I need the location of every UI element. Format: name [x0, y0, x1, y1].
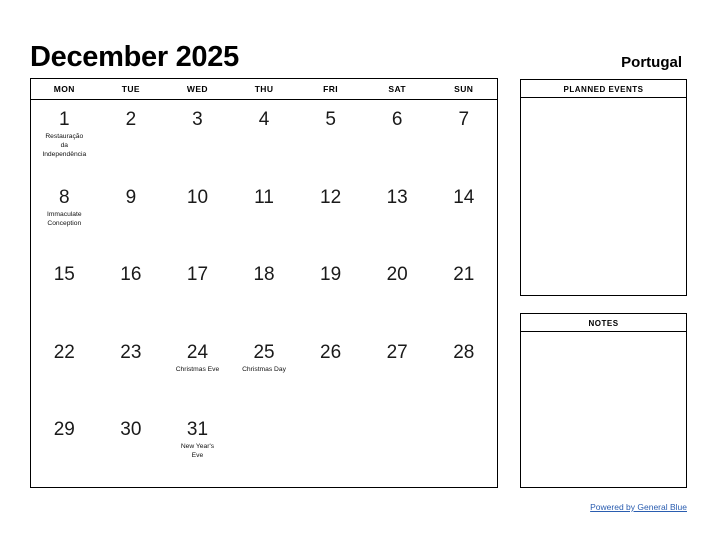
calendar-day-cell[interactable]: 5 [297, 100, 364, 178]
calendar-day-cell[interactable]: 16 [98, 255, 165, 333]
calendar-day-cell[interactable]: 3 [164, 100, 231, 178]
day-event-label: Restauração da Independência [42, 133, 87, 158]
calendar-day-cell[interactable]: 14 [430, 178, 497, 256]
day-number: 6 [391, 109, 403, 130]
day-number: 30 [120, 419, 142, 441]
day-number: 1 [59, 109, 70, 130]
day-number: 29 [53, 419, 75, 441]
calendar-day-cell[interactable]: 28 [430, 333, 497, 411]
country-label: Portugal [621, 54, 682, 71]
day-number: 26 [320, 341, 342, 363]
calendar-day-cell[interactable]: 20 [364, 255, 431, 333]
day-number: 12 [320, 186, 342, 208]
notes-title: NOTES [520, 313, 687, 332]
calendar-day-cell[interactable]: 23 [98, 333, 165, 411]
calendar-week-row: 22 23 24 Christmas Eve 25 Christmas Day … [31, 333, 497, 411]
day-number: 20 [386, 264, 408, 286]
calendar-day-cell[interactable]: 22 [31, 333, 98, 411]
calendar-day-cell[interactable]: 21 [430, 255, 497, 333]
calendar-day-cell [297, 410, 364, 488]
calendar-day-cell[interactable]: 9 [98, 178, 165, 256]
calendar-day-cell[interactable]: 7 [430, 100, 497, 178]
calendar-day-cell[interactable]: 19 [297, 255, 364, 333]
calendar-day-cell[interactable]: 11 [231, 178, 298, 256]
day-number: 5 [325, 109, 336, 130]
calendar-day-cell[interactable]: 24 Christmas Eve [164, 333, 231, 411]
calendar-day-cell[interactable]: 15 [31, 255, 98, 333]
day-number: 22 [53, 341, 75, 363]
calendar-day-cell[interactable]: 31 New Year's Eve [164, 410, 231, 488]
day-number: 13 [386, 186, 408, 208]
day-event-label: Christmas Eve [175, 365, 220, 373]
calendar-day-cell[interactable]: 4 [231, 100, 298, 178]
calendar-day-cell[interactable]: 18 [231, 255, 298, 333]
weekday-header-wed: WED [186, 84, 208, 94]
day-number: 7 [458, 109, 470, 130]
notes-panel: NOTES [520, 313, 687, 488]
notes-body[interactable] [520, 332, 687, 488]
day-number: 4 [258, 109, 270, 130]
calendar-week-row: 29 30 31 New Year's Eve [31, 410, 497, 488]
calendar-day-cell [231, 410, 298, 488]
day-event-label: Christmas Day [242, 365, 286, 373]
calendar-grid: MON TUE WED THU FRI SAT SUN 1 Restauraçã… [30, 78, 498, 488]
footer: Powered by General Blue [420, 497, 687, 515]
planned-events-panel: PLANNED EVENTS [520, 79, 687, 296]
planned-events-title: PLANNED EVENTS [520, 79, 687, 98]
weekday-header-thu: THU [254, 84, 274, 94]
day-number: 2 [125, 109, 137, 130]
day-event-label: New Year's Eve [180, 443, 215, 460]
weekday-header-tue: TUE [121, 84, 140, 94]
calendar-page: December 2025 Portugal MON TUE WED THU F… [0, 0, 712, 550]
weekday-header-mon: MON [53, 84, 75, 94]
weekday-header-sun: SUN [454, 84, 474, 94]
calendar-day-cell[interactable]: 2 [98, 100, 165, 178]
calendar-week-row: 15 16 17 18 19 20 21 [31, 255, 497, 333]
weekday-header-sat: SAT [388, 84, 406, 94]
day-number: 24 [186, 341, 209, 363]
day-number: 19 [320, 264, 342, 286]
calendar-weeks: 1 Restauração da Independência 2 3 4 5 6… [31, 100, 497, 488]
day-number: 3 [192, 109, 203, 130]
day-number: 28 [453, 341, 475, 363]
calendar-day-cell[interactable]: 1 Restauração da Independência [31, 100, 98, 178]
day-number: 17 [186, 264, 209, 286]
day-number: 8 [59, 186, 70, 208]
calendar-day-cell[interactable]: 10 [164, 178, 231, 256]
calendar-day-cell[interactable]: 29 [31, 410, 98, 488]
calendar-day-cell[interactable]: 26 [297, 333, 364, 411]
day-number: 15 [53, 264, 75, 286]
calendar-day-cell[interactable]: 17 [164, 255, 231, 333]
day-number: 25 [253, 341, 275, 363]
planned-events-body[interactable] [520, 98, 687, 296]
day-number: 31 [186, 419, 209, 441]
calendar-day-cell [430, 410, 497, 488]
weekday-header-fri: FRI [323, 84, 339, 94]
day-number: 23 [120, 341, 142, 363]
powered-by-link[interactable]: Powered by General Blue [590, 502, 687, 512]
weekday-header-row: MON TUE WED THU FRI SAT SUN [31, 79, 497, 100]
calendar-day-cell[interactable]: 27 [364, 333, 431, 411]
calendar-day-cell[interactable]: 13 [364, 178, 431, 256]
day-number: 11 [254, 186, 274, 208]
day-event-label: Immaculate Conception [47, 210, 82, 227]
day-number: 18 [253, 264, 275, 286]
day-number: 16 [120, 264, 142, 286]
day-number: 10 [186, 186, 209, 208]
day-number: 9 [125, 186, 137, 208]
calendar-day-cell [364, 410, 431, 488]
calendar-week-row: 8 Immaculate Conception 9 10 11 12 13 14 [31, 178, 497, 256]
day-number: 14 [453, 186, 475, 208]
page-title: December 2025 [30, 41, 239, 73]
calendar-day-cell[interactable]: 6 [364, 100, 431, 178]
day-number: 27 [386, 341, 408, 363]
calendar-day-cell[interactable]: 30 [98, 410, 165, 488]
calendar-week-row: 1 Restauração da Independência 2 3 4 5 6… [31, 100, 497, 178]
day-number: 21 [453, 264, 475, 286]
calendar-day-cell[interactable]: 25 Christmas Day [231, 333, 298, 411]
calendar-day-cell[interactable]: 12 [297, 178, 364, 256]
page-header: December 2025 Portugal [30, 28, 682, 72]
calendar-day-cell[interactable]: 8 Immaculate Conception [31, 178, 98, 256]
